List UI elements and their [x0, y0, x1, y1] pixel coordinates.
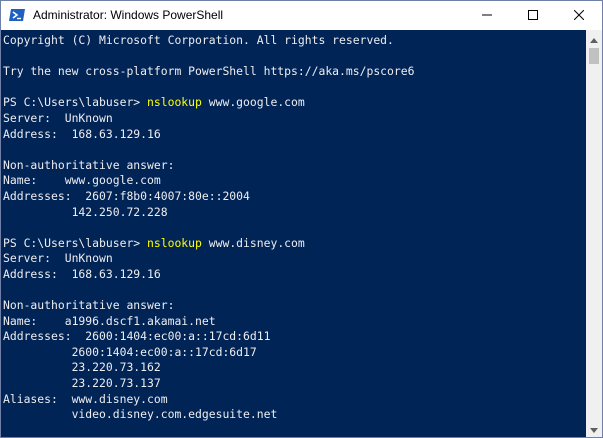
- output-line: Non-authoritative answer:: [3, 157, 175, 172]
- window-title: Administrator: Windows PowerShell: [33, 8, 224, 22]
- prompt-line: PS C:\Users\labuser> nslookup www.google…: [3, 95, 586, 111]
- scrollbar-thumb[interactable]: [589, 48, 599, 64]
- output-line: Server: UnKnown: [3, 110, 113, 125]
- close-button[interactable]: [556, 1, 602, 30]
- output-line: Address: 168.63.129.16: [3, 126, 161, 141]
- title-bar[interactable]: Administrator: Windows PowerShell: [1, 1, 602, 30]
- console-output[interactable]: Copyright (C) Microsoft Corporation. All…: [1, 30, 586, 437]
- output-line: 23.220.73.162: [3, 360, 161, 375]
- output-line: Name: a1996.dscf1.akamai.net: [3, 313, 216, 328]
- powershell-window: Administrator: Windows PowerShell Copyri…: [0, 0, 603, 438]
- scroll-down-button[interactable]: [586, 420, 602, 437]
- vertical-scrollbar[interactable]: [586, 30, 602, 437]
- minimize-button[interactable]: [464, 1, 510, 30]
- powershell-icon: [9, 7, 25, 23]
- maximize-button[interactable]: [510, 1, 556, 30]
- scroll-up-arrow-icon: [590, 30, 598, 48]
- output-line: Non-authoritative answer:: [3, 298, 175, 313]
- command-name: nslookup: [147, 235, 202, 250]
- command-args: www.disney.com: [201, 235, 305, 250]
- output-line: Addresses: 2600:1404:ec00:a::17cd:6d11: [3, 329, 271, 344]
- output-line: 142.250.72.228: [3, 204, 168, 219]
- maximize-icon: [528, 7, 538, 25]
- output-line: Addresses: 2607:f8b0:4007:80e::2004: [3, 188, 250, 203]
- minimize-icon: [482, 7, 492, 25]
- prompt-line: PS C:\Users\labuser> nslookup www.disney…: [3, 236, 586, 252]
- close-icon: [573, 7, 585, 25]
- output-line: Server: UnKnown: [3, 251, 113, 266]
- prompt-text: PS C:\Users\labuser>: [3, 235, 148, 250]
- prompt-text: PS C:\Users\labuser>: [3, 95, 148, 110]
- command-name: nslookup: [147, 95, 202, 110]
- output-line: Address: 168.63.129.16: [3, 266, 161, 281]
- scroll-up-button[interactable]: [586, 30, 602, 47]
- output-line: Try the new cross-platform PowerShell ht…: [3, 64, 415, 79]
- command-args: www.google.com: [201, 95, 305, 110]
- output-line: Name: www.google.com: [3, 173, 161, 188]
- output-line: Aliases: www.disney.com: [3, 391, 168, 406]
- output-line: 2600:1404:ec00:a::17cd:6d17: [3, 344, 257, 359]
- output-line: video.disney.com.edgesuite.net: [3, 407, 278, 422]
- scroll-down-arrow-icon: [590, 420, 598, 438]
- output-line: Copyright (C) Microsoft Corporation. All…: [3, 33, 394, 47]
- output-line: 23.220.73.137: [3, 376, 161, 391]
